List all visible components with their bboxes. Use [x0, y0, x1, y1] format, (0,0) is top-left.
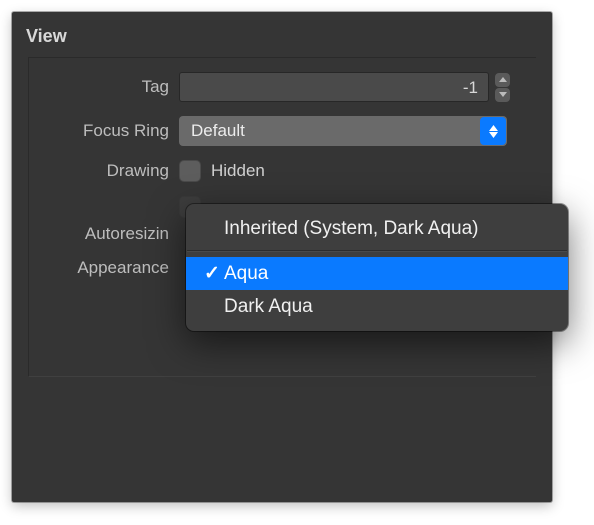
- drawing-label: Drawing: [29, 161, 179, 181]
- focus-ring-label: Focus Ring: [29, 121, 179, 141]
- tag-label: Tag: [29, 77, 179, 97]
- menu-item-inherited[interactable]: Inherited (System, Dark Aqua): [186, 212, 568, 245]
- stepper-down-icon[interactable]: [495, 88, 510, 102]
- row-drawing: Drawing Hidden: [29, 160, 536, 182]
- stepper-up-icon[interactable]: [495, 73, 510, 87]
- hidden-checkbox-label: Hidden: [211, 161, 265, 181]
- menu-item-dark-aqua[interactable]: Dark Aqua: [186, 290, 568, 323]
- appearance-label: Appearance: [29, 258, 179, 278]
- autoresizing-label: Autoresizin: [29, 224, 179, 244]
- menu-item-aqua[interactable]: ✓ Aqua: [186, 257, 568, 290]
- tag-stepper[interactable]: [495, 72, 511, 102]
- checkmark-icon: ✓: [200, 262, 224, 285]
- popup-arrows-icon: [480, 117, 506, 145]
- menu-item-label: Dark Aqua: [224, 296, 313, 318]
- appearance-menu[interactable]: Inherited (System, Dark Aqua) ✓ Aqua Dar…: [186, 204, 568, 331]
- menu-separator: [187, 250, 567, 252]
- section-title: View: [12, 12, 552, 57]
- hidden-checkbox[interactable]: [179, 160, 201, 182]
- menu-item-label: Aqua: [224, 263, 268, 285]
- tag-input[interactable]: -1: [179, 72, 489, 102]
- tag-field-group: -1: [179, 72, 536, 102]
- focus-ring-value: Default: [179, 121, 480, 141]
- menu-item-label: Inherited (System, Dark Aqua): [224, 218, 479, 240]
- row-focus-ring: Focus Ring Default: [29, 116, 536, 146]
- focus-ring-popup[interactable]: Default: [179, 116, 507, 146]
- row-tag: Tag -1: [29, 72, 536, 102]
- view-inspector-panel: View Tag -1 Focus Ring: [12, 12, 552, 502]
